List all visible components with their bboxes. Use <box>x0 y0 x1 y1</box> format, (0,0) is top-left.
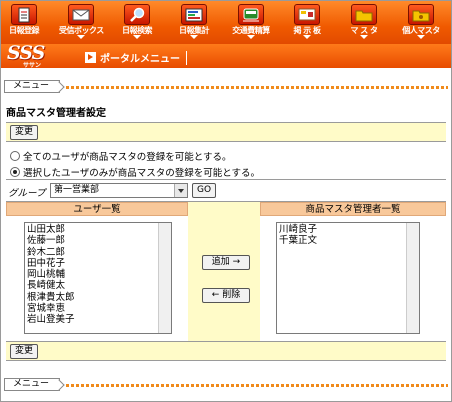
group-selected-value: 第一営業部 <box>54 185 100 195</box>
menu-button[interactable]: メニュー <box>4 80 60 93</box>
list-item[interactable]: 長崎健太 <box>27 280 169 291</box>
envelope-icon <box>68 4 94 25</box>
admin-listbox[interactable]: 川崎良子 千葉正文 <box>276 222 420 334</box>
nav-inbox[interactable]: 受信ボックス <box>59 4 104 42</box>
nav-personal-master[interactable]: 個人マスタ <box>399 4 443 42</box>
nav-transport-expense[interactable]: 交通費精算 <box>229 4 273 42</box>
chevron-down-icon <box>417 35 425 39</box>
portal-menu-label: ポータルメニュー <box>100 54 180 65</box>
radio-button[interactable] <box>10 167 20 177</box>
user-listbox[interactable]: 山田太郎 佐藤一郎 鈴木二郎 田中花子 岡山桃輔 長崎健太 根津貴太郎 宮城幸恵… <box>24 222 172 334</box>
list-item[interactable]: 川崎良子 <box>279 224 417 235</box>
list-item[interactable]: 佐藤一郎 <box>27 235 169 246</box>
list-item[interactable]: 根津貴太郎 <box>27 292 169 303</box>
user-list-column: 山田太郎 佐藤一郎 鈴木二郎 田中花子 岡山桃輔 長崎健太 根津貴太郎 宮城幸恵… <box>6 216 188 342</box>
dotted-divider <box>66 86 448 89</box>
remove-button[interactable]: ← 削除 <box>202 288 250 303</box>
scrollbar[interactable] <box>406 223 419 333</box>
action-bar-top: 変更 <box>6 122 446 142</box>
chevron-down-icon <box>133 35 141 39</box>
nav-report-search[interactable]: 日報検索 <box>115 4 159 42</box>
top-nav-bar: 日報登録 受信ボックス 日報検索 日報集計 交通費精算 掲 示 板 マ ス タ … <box>1 1 451 44</box>
admin-list-header: 商品マスタ管理者一覧 <box>260 202 446 216</box>
radio-button[interactable] <box>10 151 20 161</box>
bulletin-board-icon <box>294 4 320 25</box>
chevron-down-icon <box>303 35 311 39</box>
bar-chart-icon <box>181 4 207 25</box>
user-list-header: ユーザ一覧 <box>6 202 188 216</box>
sss-logo[interactable]: SSS ササン <box>5 42 67 69</box>
personal-folder-icon <box>408 4 434 25</box>
document-icon <box>11 4 37 25</box>
list-item[interactable]: 鈴木二郎 <box>27 247 169 258</box>
menu-strip-top: メニュー <box>4 80 448 94</box>
list-item[interactable]: 田中花子 <box>27 258 169 269</box>
list-item[interactable]: 山田太郎 <box>27 224 169 235</box>
chevron-down-icon <box>247 35 255 39</box>
logo-subtext: ササン <box>23 62 42 69</box>
list-item[interactable]: 岩山登美子 <box>27 314 169 325</box>
menu-button[interactable]: メニュー <box>4 378 60 391</box>
menu-strip-bottom: メニュー <box>4 378 448 392</box>
nav-label: 受信ボックス <box>59 26 104 35</box>
group-label: グループ <box>8 188 46 199</box>
permission-options: 全てのユーザが商品マスタの登録を可能とする。 選択したユーザのみが商品マスタの登… <box>6 144 446 180</box>
radio-option-selected[interactable]: 選択したユーザのみが商品マスタの登録を可能とする。 <box>10 165 260 179</box>
nav-daily-report-entry[interactable]: 日報登録 <box>2 4 46 42</box>
sub-header-bar: SSS ササン ポータルメニュー <box>1 42 451 69</box>
nav-label: 個人マスタ <box>402 26 440 35</box>
change-button-top[interactable]: 変更 <box>10 125 39 140</box>
nav-label: 日報登録 <box>9 26 40 35</box>
transfer-buttons: 追加 → ← 削除 <box>188 202 260 342</box>
chevron-down-icon[interactable] <box>174 184 187 197</box>
radio-option-all[interactable]: 全てのユーザが商品マスタの登録を可能とする。 <box>10 149 232 163</box>
divider <box>186 50 187 65</box>
scrollbar[interactable] <box>158 223 171 333</box>
magnifier-icon <box>124 4 150 25</box>
action-bar-bottom: 変更 <box>6 341 446 361</box>
play-arrow-icon <box>85 52 96 63</box>
admin-list-column: 川崎良子 千葉正文 <box>260 216 446 342</box>
nav-bulletin-board[interactable]: 掲 示 板 <box>285 4 329 42</box>
nav-report-summary[interactable]: 日報集計 <box>172 4 216 42</box>
list-item[interactable]: 岡山桃輔 <box>27 269 169 280</box>
portal-menu-link[interactable]: ポータルメニュー <box>85 50 187 65</box>
chevron-down-icon <box>360 35 368 39</box>
change-button-bottom[interactable]: 変更 <box>10 344 39 359</box>
list-item[interactable]: 宮城幸恵 <box>27 303 169 314</box>
radio-label: 全てのユーザが商品マスタの登録を可能とする。 <box>23 152 232 163</box>
nav-label: 日報集計 <box>179 26 210 35</box>
train-icon <box>238 4 264 25</box>
radio-label: 選択したユーザのみが商品マスタの登録を可能とする。 <box>23 168 261 179</box>
user-assignment-panel: ユーザ一覧 商品マスタ管理者一覧 山田太郎 佐藤一郎 鈴木二郎 田中花子 岡山桃… <box>6 201 446 342</box>
nav-master[interactable]: マ ス タ <box>342 4 386 42</box>
list-item[interactable]: 千葉正文 <box>279 235 417 246</box>
add-button[interactable]: 追加 → <box>202 255 250 270</box>
go-button[interactable]: GO <box>192 183 217 198</box>
nav-label: マ ス タ <box>350 26 378 35</box>
page-title: 商品マスタ管理者設定 <box>6 108 106 119</box>
chevron-down-icon <box>77 35 85 39</box>
folder-icon <box>351 4 377 25</box>
group-selector-row: グループ 第一営業部 GO <box>6 182 446 200</box>
nav-label: 掲 示 板 <box>293 26 321 35</box>
nav-label: 交通費精算 <box>232 26 270 35</box>
group-select[interactable]: 第一営業部 <box>50 183 188 198</box>
chevron-down-icon <box>190 35 198 39</box>
dotted-divider <box>66 384 448 387</box>
nav-label: 日報検索 <box>122 26 153 35</box>
